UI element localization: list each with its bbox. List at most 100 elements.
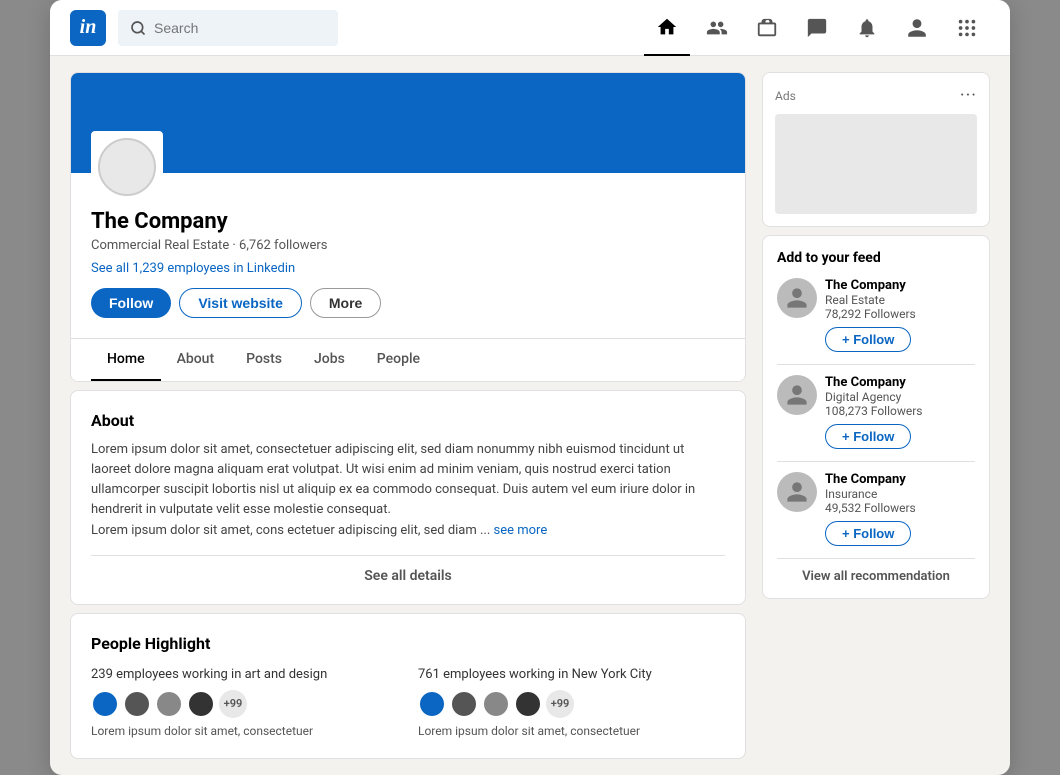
feed-item-1: The Company Digital Agency 108,273 Follo…: [777, 375, 975, 449]
feed-title: Add to your feed: [777, 250, 975, 266]
tab-jobs[interactable]: Jobs: [298, 339, 361, 381]
people-subtext-0: Lorem ipsum dolor sit amet, consectetuer: [91, 724, 398, 738]
feed-person-icon-0: [785, 286, 809, 310]
avatar-6: [482, 690, 510, 718]
feed-followers-1: 108,273 Followers: [825, 404, 975, 418]
home-icon: [656, 16, 678, 38]
people-group-label-1: 761 employees working in New York City: [418, 667, 725, 682]
tab-home[interactable]: Home: [91, 339, 161, 381]
profile-tabs: Home About Posts Jobs People: [71, 338, 745, 381]
people-subtext-1: Lorem ipsum dolor sit amet, consectetuer: [418, 724, 725, 738]
ads-more-button[interactable]: ···: [960, 85, 977, 106]
nav-profile[interactable]: [894, 0, 940, 56]
profile-info: The Company Commercial Real Estate · 6,7…: [71, 173, 745, 338]
feed-company-name-0: The Company: [825, 278, 975, 293]
nav-network[interactable]: [694, 0, 740, 56]
feed-card: Add to your feed The Company Real Estate…: [762, 235, 990, 599]
feed-info-0: The Company Real Estate 78,292 Followers…: [825, 278, 975, 352]
feed-follow-button-0[interactable]: + Follow: [825, 327, 911, 352]
company-logo-wrapper: [91, 131, 163, 203]
people-group-1: 761 employees working in New York City +…: [418, 667, 725, 738]
avatar-4: [418, 690, 446, 718]
divider-1: [777, 461, 975, 462]
feed-company-name-1: The Company: [825, 375, 975, 390]
search-input[interactable]: [154, 20, 326, 36]
avatar-7: [514, 690, 542, 718]
action-buttons: Follow Visit website More: [91, 288, 725, 318]
feed-company-type-0: Real Estate: [825, 293, 975, 307]
search-icon: [130, 20, 146, 36]
feed-followers-2: 49,532 Followers: [825, 501, 975, 515]
avatar-5: [450, 690, 478, 718]
feed-avatar-0: [777, 278, 817, 318]
feed-avatar-2: [777, 472, 817, 512]
avatar-count-0: +99: [219, 690, 247, 718]
view-all-link[interactable]: View all recommendation: [777, 569, 975, 584]
avatar-3: [187, 690, 215, 718]
ads-placeholder: [775, 114, 977, 214]
people-highlight-title: People Highlight: [91, 634, 725, 653]
company-subtitle: Commercial Real Estate · 6,762 followers: [91, 238, 725, 253]
tab-about[interactable]: About: [161, 339, 231, 381]
company-banner: [71, 73, 745, 173]
feed-company-type-2: Insurance: [825, 487, 975, 501]
ads-label: Ads: [775, 89, 796, 103]
avatar-0: [91, 690, 119, 718]
search-bar[interactable]: [118, 10, 338, 46]
employees-link[interactable]: See all 1,239 employees in Linkedin: [91, 261, 725, 276]
nav-jobs[interactable]: [744, 0, 790, 56]
feed-followers-0: 78,292 Followers: [825, 307, 975, 321]
right-column: Ads ··· Add to your feed The Company Rea…: [762, 72, 990, 599]
briefcase-icon: [756, 17, 778, 39]
nav-notifications[interactable]: [844, 0, 890, 56]
app-window: in: [50, 0, 1010, 775]
feed-follow-button-1[interactable]: + Follow: [825, 424, 911, 449]
about-text: Lorem ipsum dolor sit amet, consectetuer…: [91, 440, 725, 541]
feed-company-name-2: The Company: [825, 472, 975, 487]
main-content: The Company Commercial Real Estate · 6,7…: [50, 56, 1010, 775]
feed-company-type-1: Digital Agency: [825, 390, 975, 404]
company-logo: [98, 138, 156, 196]
chat-icon: [806, 17, 828, 39]
navbar: in: [50, 0, 1010, 56]
nav-messaging[interactable]: [794, 0, 840, 56]
feed-person-icon-2: [785, 480, 809, 504]
people-highlight-section: People Highlight 239 employees working i…: [70, 613, 746, 759]
linkedin-logo[interactable]: in: [70, 10, 106, 46]
divider-0: [777, 364, 975, 365]
avatars-row-0: +99: [91, 690, 398, 718]
avatar-1: [123, 690, 151, 718]
visit-website-button[interactable]: Visit website: [179, 288, 302, 318]
feed-info-1: The Company Digital Agency 108,273 Follo…: [825, 375, 975, 449]
feed-info-2: The Company Insurance 49,532 Followers +…: [825, 472, 975, 546]
see-all-details-link[interactable]: See all details: [91, 555, 725, 584]
nav-home[interactable]: [644, 0, 690, 56]
feed-person-icon-1: [785, 383, 809, 407]
avatar-count-1: +99: [546, 690, 574, 718]
company-name: The Company: [91, 209, 725, 234]
see-more-link[interactable]: see more: [494, 523, 548, 538]
avatar-2: [155, 690, 183, 718]
grid-icon: [956, 17, 978, 39]
people-groups: 239 employees working in art and design …: [91, 667, 725, 738]
ads-card: Ads ···: [762, 72, 990, 227]
profile-card: The Company Commercial Real Estate · 6,7…: [70, 72, 746, 382]
bell-icon: [856, 17, 878, 39]
people-icon: [706, 17, 728, 39]
tab-people[interactable]: People: [361, 339, 436, 381]
avatars-row-1: +99: [418, 690, 725, 718]
people-group-0: 239 employees working in art and design …: [91, 667, 398, 738]
tab-posts[interactable]: Posts: [230, 339, 298, 381]
feed-follow-button-2[interactable]: + Follow: [825, 521, 911, 546]
person-icon: [906, 17, 928, 39]
ads-header: Ads ···: [775, 85, 977, 106]
nav-work[interactable]: [944, 0, 990, 56]
divider-2: [777, 558, 975, 559]
feed-item-2: The Company Insurance 49,532 Followers +…: [777, 472, 975, 546]
feed-avatar-1: [777, 375, 817, 415]
feed-item-0: The Company Real Estate 78,292 Followers…: [777, 278, 975, 352]
follow-button[interactable]: Follow: [91, 288, 171, 318]
more-button[interactable]: More: [310, 288, 381, 318]
about-section: About Lorem ipsum dolor sit amet, consec…: [70, 390, 746, 605]
about-title: About: [91, 411, 725, 430]
